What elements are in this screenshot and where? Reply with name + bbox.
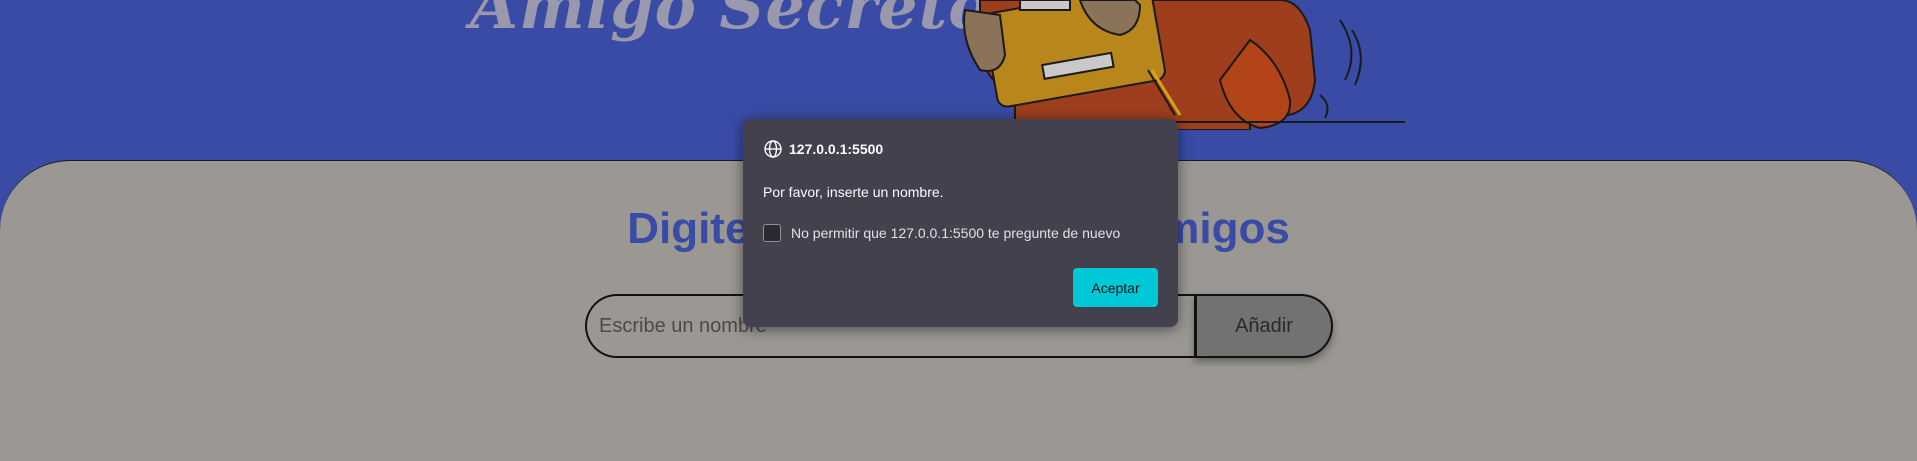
- add-button[interactable]: Añadir: [1194, 294, 1333, 358]
- suppress-checkbox[interactable]: [763, 224, 781, 242]
- accept-button[interactable]: Aceptar: [1073, 268, 1158, 307]
- dialog-message: Por favor, inserte un nombre.: [763, 184, 944, 200]
- hero-title: Amigo Secreto: [470, 0, 991, 43]
- suppress-checkbox-label: No permitir que 127.0.0.1:5500 te pregun…: [791, 225, 1121, 241]
- globe-icon: [764, 140, 782, 158]
- dialog-origin-text: 127.0.0.1:5500: [789, 141, 884, 157]
- dialog-suppress-checkbox-row[interactable]: No permitir que 127.0.0.1:5500 te pregun…: [763, 224, 1120, 242]
- gift-illustration: [963, 0, 1405, 130]
- alert-dialog: 127.0.0.1:5500 Por favor, inserte un nom…: [743, 119, 1178, 327]
- dialog-origin: 127.0.0.1:5500: [763, 139, 883, 159]
